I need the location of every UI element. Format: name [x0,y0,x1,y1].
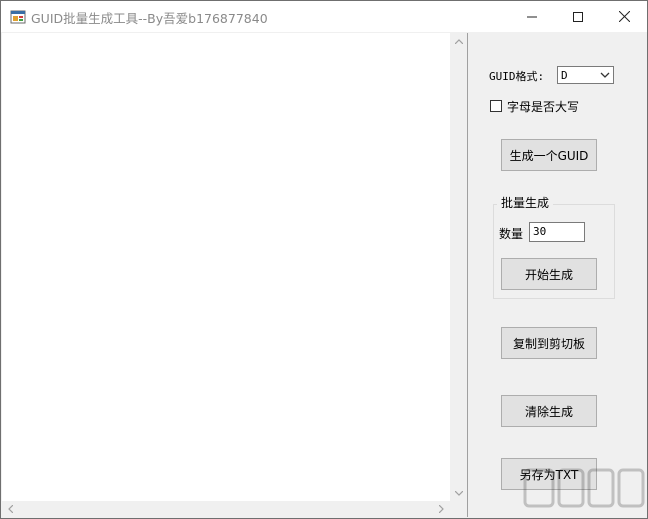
uppercase-label[interactable]: 字母是否大写 [507,98,579,115]
generate-one-guid-button[interactable]: 生成一个GUID [501,139,597,171]
title-bar[interactable]: GUID批量生成工具--By吾爱b176877840 [1,1,647,32]
window-title: GUID批量生成工具--By吾爱b176877840 [31,11,268,26]
watermark-logo-icon [523,468,645,508]
count-input[interactable]: 30 [529,222,585,242]
app-window-icon [10,10,26,24]
scrollbar-corner [450,501,467,517]
app-window: GUID批量生成工具--By吾爱b176877840 GUID格式: D 字母是… [0,0,648,519]
close-button[interactable] [601,1,647,32]
uppercase-checkbox[interactable] [490,100,502,112]
horizontal-scrollbar[interactable] [2,501,450,517]
start-batch-label: 开始生成 [524,267,573,282]
count-label: 数量 [499,227,524,241]
copy-to-clipboard-label: 复制到剪切板 [512,336,585,351]
guid-output-textarea[interactable] [2,33,468,517]
maximize-button[interactable] [555,1,601,32]
start-batch-button[interactable]: 开始生成 [501,258,597,290]
maximize-icon [573,11,583,22]
copy-to-clipboard-button[interactable]: 复制到剪切板 [501,327,597,359]
guid-format-label: GUID格式: [489,70,545,83]
close-icon [618,11,630,22]
generate-one-guid-label: 生成一个GUID [509,148,589,163]
chevron-down-icon [600,72,610,78]
scroll-up-icon[interactable] [450,33,467,49]
scroll-right-icon[interactable] [433,501,450,517]
scroll-left-icon[interactable] [2,501,19,517]
minimize-button[interactable] [509,1,555,32]
batch-group-title: 批量生成 [497,194,554,211]
clear-label: 清除生成 [524,404,573,419]
clear-button[interactable]: 清除生成 [501,395,597,427]
vertical-scrollbar[interactable] [450,33,467,501]
guid-format-select[interactable]: D [557,66,614,84]
minimize-icon [527,16,537,17]
scroll-down-icon[interactable] [450,485,467,501]
guid-format-value: D [561,69,568,82]
